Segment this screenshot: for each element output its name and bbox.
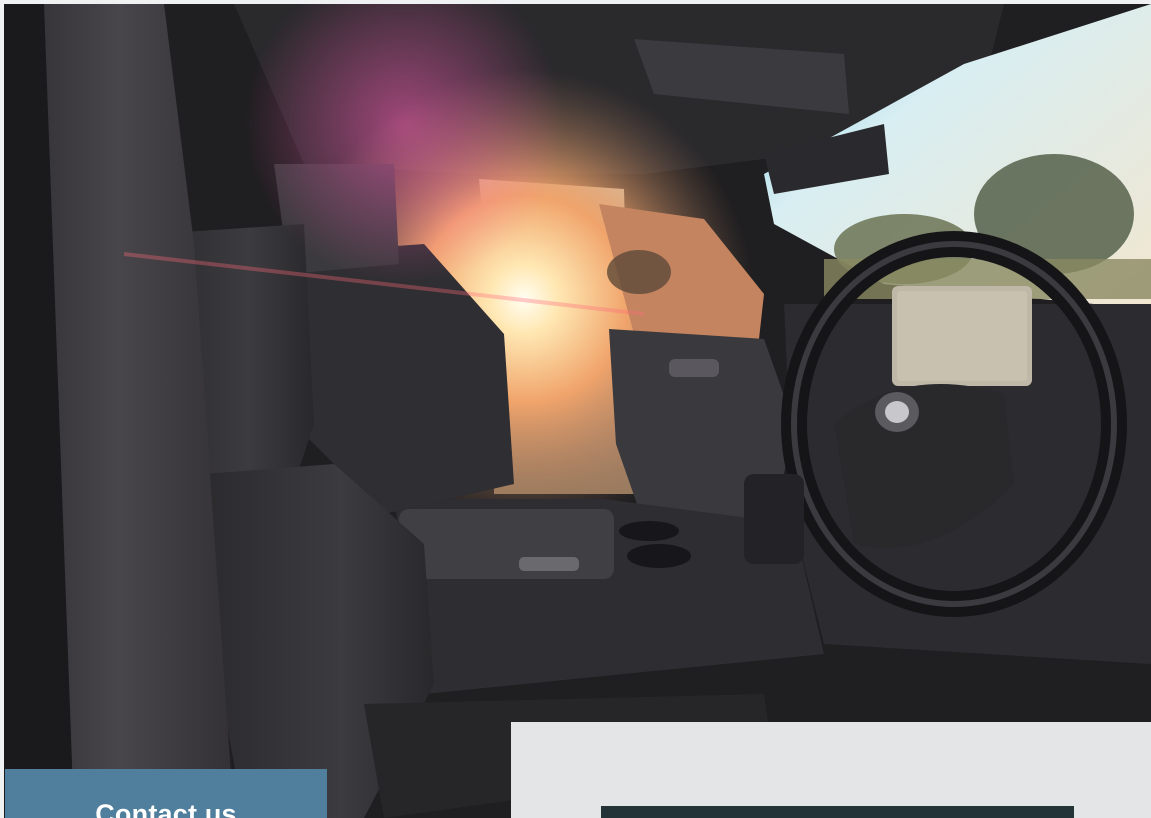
contact-us-button[interactable]: Contact us — [5, 769, 327, 818]
contact-us-label: Contact us — [95, 799, 237, 818]
hero-photo — [4, 4, 1151, 818]
page: Contact us — [0, 0, 1151, 818]
info-panel — [511, 722, 1151, 818]
car-interior-illustration — [4, 4, 1151, 818]
panel-header-bar — [601, 806, 1074, 818]
